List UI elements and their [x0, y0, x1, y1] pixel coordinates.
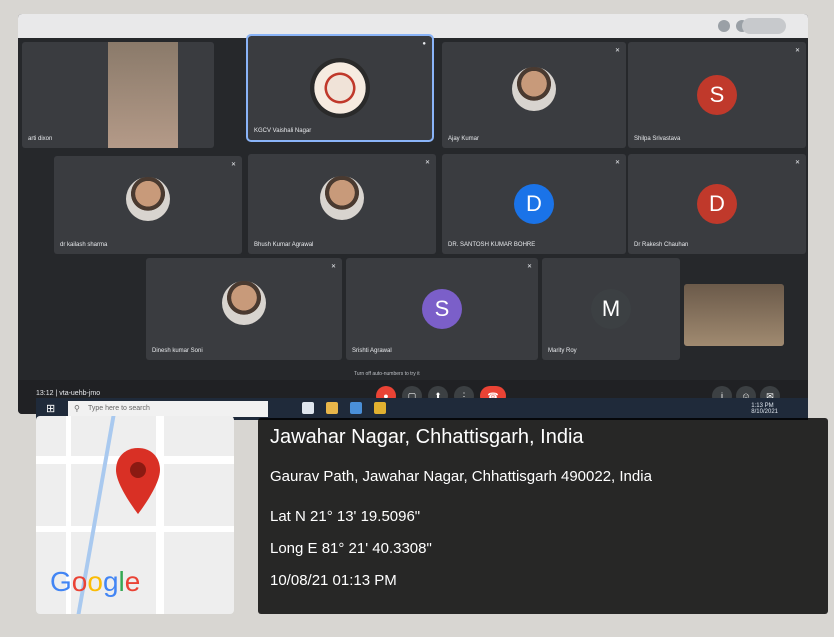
participant-tile[interactable]: arti dixon [22, 42, 214, 148]
mic-off-icon: ✕ [230, 162, 236, 168]
participant-tile[interactable]: M Marity Roy [542, 258, 680, 360]
mic-off-icon: ✕ [794, 160, 800, 166]
location-address: Gaurav Path, Jawahar Nagar, Chhattisgarh… [270, 468, 652, 485]
search-icon: ⚲ [74, 404, 80, 413]
profile-button[interactable] [742, 18, 786, 34]
participant-name: Marity Roy [548, 348, 577, 354]
google-logo: Google [50, 566, 141, 597]
mic-off-icon: ✕ [614, 48, 620, 54]
participant-name: KGCV Vaishali Nagar [254, 128, 312, 134]
participant-tile[interactable]: D ✕ Dr Rakesh Chauhan [628, 154, 806, 254]
participant-name: DR. SANTOSH KUMAR BOHRE [448, 242, 536, 248]
participant-avatar [320, 176, 364, 220]
participant-avatar [222, 280, 266, 325]
participant-tile[interactable]: ✕ Ajay Kumar [442, 42, 626, 148]
location-overlay: Jawahar Nagar, Chhattisgarh, India Gaura… [258, 418, 828, 614]
mail-icon[interactable] [350, 402, 362, 414]
longitude: Long E 81° 21' 40.3308" [270, 540, 432, 557]
participant-name: Dinesh kumar Soni [152, 348, 203, 354]
taskbar-search-input[interactable]: ⚲ Type here to search [68, 401, 268, 417]
participant-tile[interactable]: ✕ Bhush Kumar Agrawal [248, 154, 436, 254]
system-clock[interactable]: 1:13 PM 8/10/2021 [751, 403, 778, 415]
avatar-initial: S [422, 289, 462, 329]
map-pin-icon [116, 448, 160, 514]
participant-name: Bhush Kumar Agrawal [254, 242, 314, 248]
speaking-indicator-icon: ● [422, 41, 426, 47]
task-view-icon[interactable] [302, 402, 314, 414]
meet-notice: Turn off auto-numbers to try it [354, 371, 420, 377]
self-view-tile[interactable] [684, 284, 784, 346]
participant-avatar [126, 177, 170, 222]
meeting-time: 13:12 [36, 390, 54, 397]
bookmark-icon[interactable] [718, 20, 730, 32]
meeting-info: 13:12 | vta-uehb-jmo [36, 390, 101, 397]
avatar-initial: D [514, 184, 554, 224]
self-video [684, 284, 784, 346]
participant-tile-active[interactable]: ● KGCV Vaishali Nagar [246, 34, 434, 142]
search-placeholder: Type here to search [88, 405, 150, 412]
participant-video [108, 42, 178, 148]
mic-off-icon: ✕ [794, 48, 800, 54]
file-explorer-icon[interactable] [326, 402, 338, 414]
participant-name: Dr Rakesh Chauhan [634, 242, 689, 248]
laptop-screen: arti dixon ● KGCV Vaishali Nagar ✕ Ajay … [18, 14, 808, 414]
avatar-initial: D [697, 184, 737, 224]
participant-tile[interactable]: D ✕ DR. SANTOSH KUMAR BOHRE [442, 154, 626, 254]
participant-avatar [512, 66, 556, 111]
participant-name: dr kailash sharma [60, 242, 108, 248]
participant-name: Srishti Agrawal [352, 348, 392, 354]
tray-date: 8/10/2021 [751, 409, 778, 415]
participant-tile[interactable]: S ✕ Shilpa Srivastava [628, 42, 806, 148]
browser-toolbar [18, 14, 808, 38]
participant-tile[interactable]: ✕ Dinesh kumar Soni [146, 258, 342, 360]
avatar-initial: S [697, 75, 737, 115]
latitude: Lat N 21° 13' 19.5096" [270, 508, 421, 525]
participant-name: arti dixon [28, 136, 53, 142]
mic-off-icon: ✕ [330, 264, 336, 270]
participant-tile[interactable]: S ✕ Srishti Agrawal [346, 258, 538, 360]
capture-datetime: 10/08/21 01:13 PM [270, 572, 397, 589]
school-emblem-icon [310, 58, 370, 118]
chrome-icon[interactable] [374, 402, 386, 414]
map-thumbnail: Google [36, 416, 234, 614]
participant-name: Shilpa Srivastava [634, 136, 681, 142]
avatar-initial: M [591, 289, 631, 329]
location-title: Jawahar Nagar, Chhattisgarh, India [270, 426, 584, 448]
mic-off-icon: ✕ [526, 264, 532, 270]
mic-off-icon: ✕ [424, 160, 430, 166]
participant-name: Ajay Kumar [448, 136, 480, 142]
participant-tile[interactable]: ✕ dr kailash sharma [54, 156, 242, 254]
meeting-code: vta-uehb-jmo [59, 390, 101, 397]
mic-off-icon: ✕ [614, 160, 620, 166]
windows-icon[interactable]: ⊞ [46, 402, 55, 415]
